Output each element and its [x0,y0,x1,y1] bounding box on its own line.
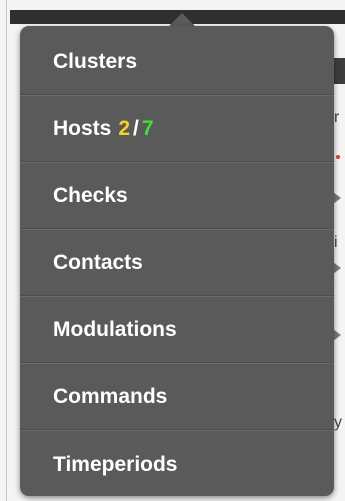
background-text-fragment: r [334,109,340,126]
menu-item-checks[interactable]: Checks [20,163,334,230]
menu-item-label: Clusters [53,50,138,73]
background-chevron-icon [333,329,341,341]
menu-item-label: Hosts [53,117,112,140]
menu-item-label: Commands [53,385,168,408]
menu-item-label: Checks [53,184,128,207]
hosts-count-separator: / [133,117,139,140]
background-text-fragment: i [334,234,338,251]
menu-item-hosts[interactable]: Hosts 2 / 7 [20,96,334,163]
background-chevron-icon [333,262,341,274]
menu-item-timeperiods[interactable]: Timeperiods [20,431,334,496]
menu-caret-icon [169,13,195,26]
menu-item-label: Timeperiods [53,452,178,476]
background-text-fragment: y [334,414,342,431]
hosts-problem-count: 2 [118,117,131,140]
menu-item-label: Modulations [53,318,177,341]
background-chevron-icon [333,192,341,204]
menu-item-contacts[interactable]: Contacts [20,230,334,297]
background-status-dot [336,155,340,159]
hosts-total-count: 7 [141,117,154,140]
menu-item-label: Contacts [53,251,143,274]
menu-item-clusters[interactable]: Clusters [20,29,334,96]
dropdown-menu: Clusters Hosts 2 / 7 Checks Contacts Mod… [20,26,334,496]
menu-item-modulations[interactable]: Modulations [20,297,334,364]
frame-border [6,0,7,501]
menu-item-commands[interactable]: Commands [20,364,334,431]
